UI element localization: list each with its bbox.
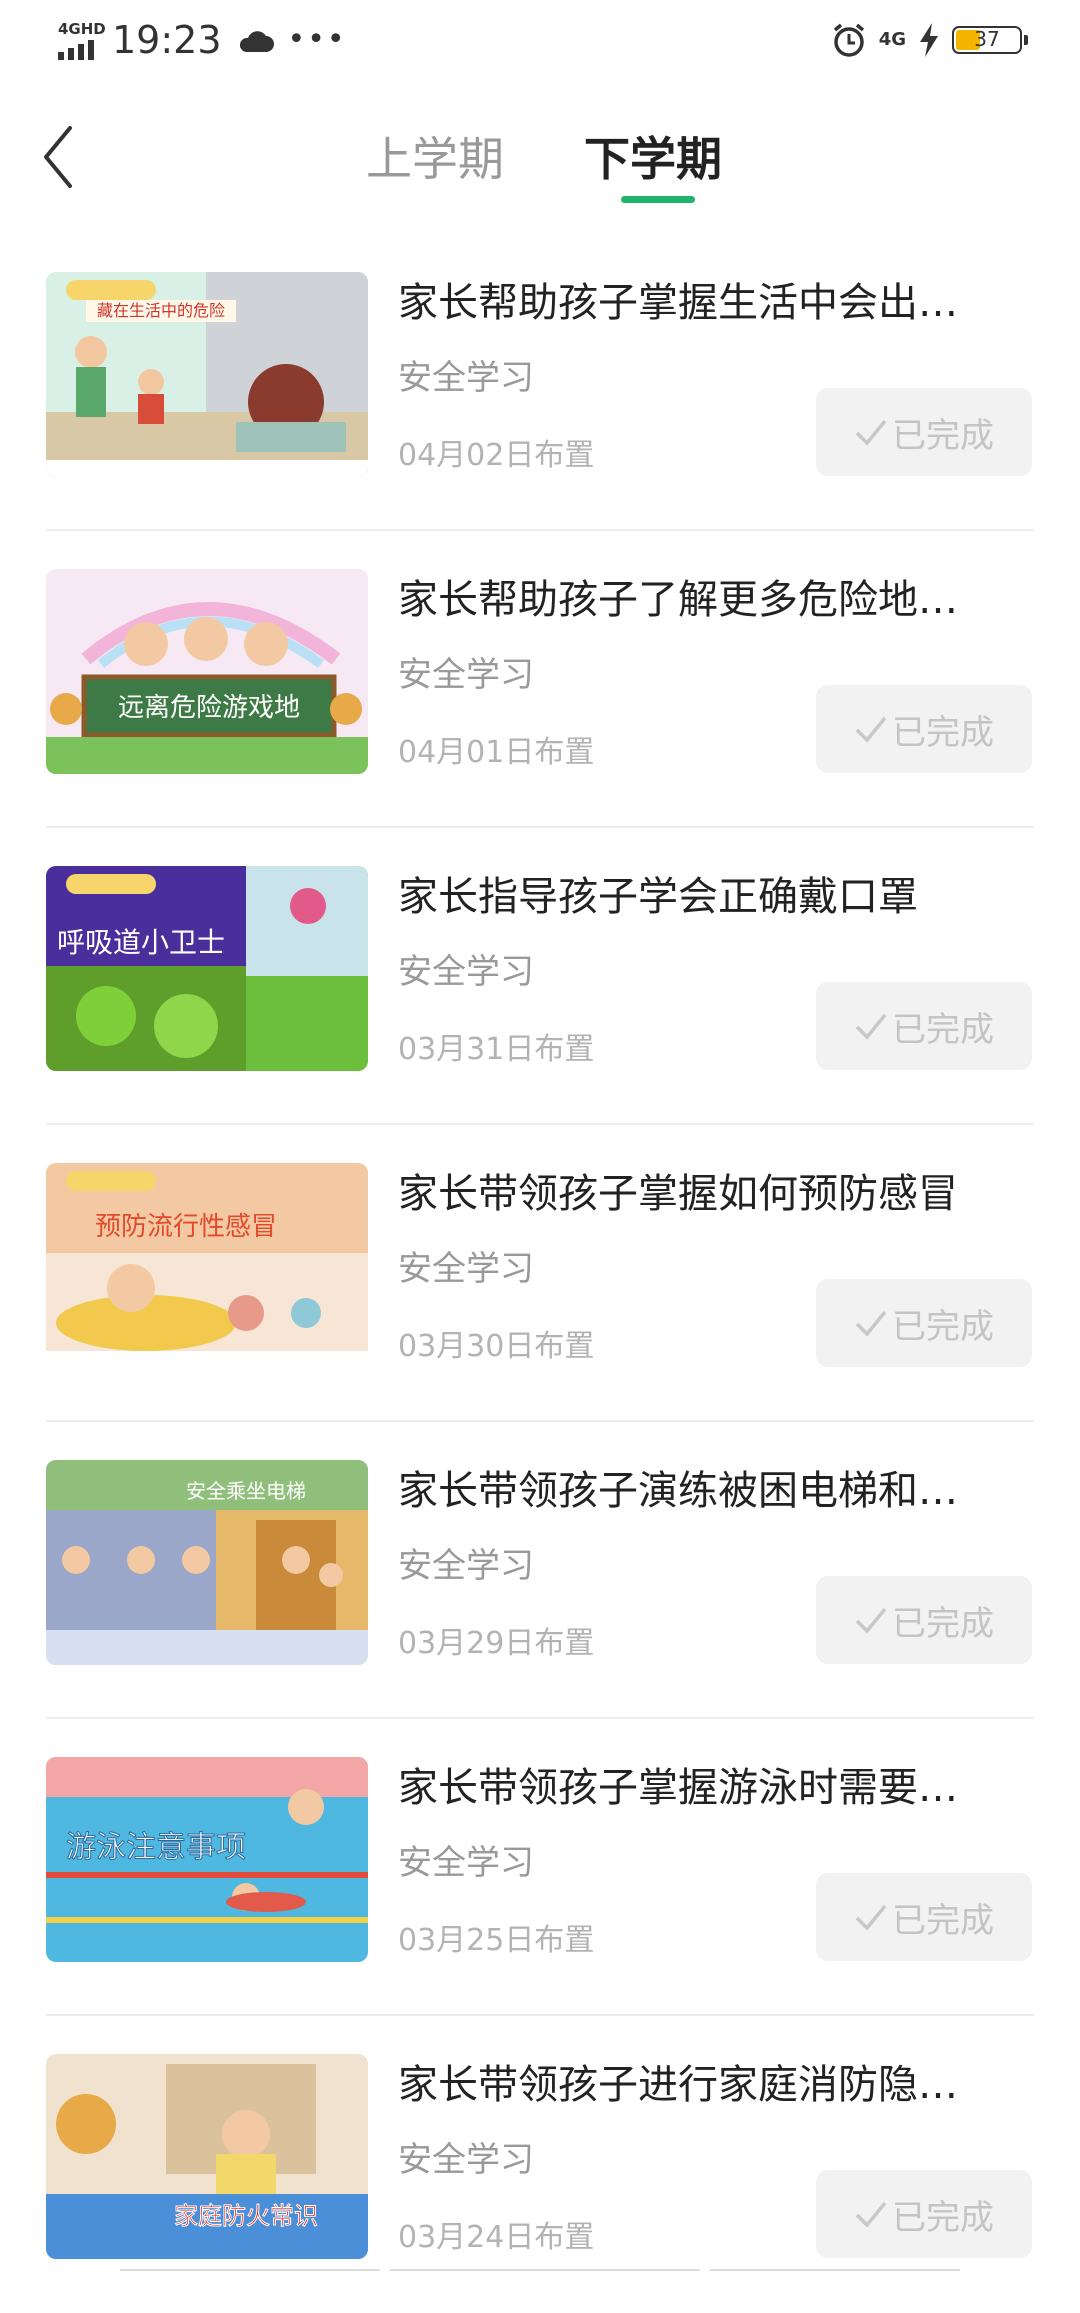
completed-button[interactable]: 已完成: [816, 1279, 1032, 1367]
thumbnail-image: 安全乘坐电梯: [46, 1460, 368, 1665]
signal-icon: 4GHD: [58, 20, 106, 60]
check-icon: [855, 1607, 887, 1634]
battery-icon: 37: [952, 26, 1028, 54]
check-icon: [855, 2201, 887, 2228]
item-date: 03月24日布置: [398, 2220, 595, 2255]
tab-first-semester[interactable]: 上学期: [366, 124, 504, 194]
status-time: 19:23: [112, 18, 222, 62]
charging-icon: [920, 23, 938, 57]
thumbnail-image: 家庭防火常识: [46, 2054, 368, 2259]
thumbnail-caption: 预防流行性感冒: [95, 1212, 277, 1242]
completed-button[interactable]: 已完成: [816, 982, 1032, 1070]
network-type: 4GHD: [58, 20, 106, 38]
completed-label: 已完成: [892, 1306, 994, 1347]
item-date: 04月02日布置: [398, 438, 595, 473]
check-icon: [855, 419, 887, 446]
cloud-icon: [239, 31, 274, 52]
check-icon: [855, 716, 887, 743]
check-icon: [855, 1013, 887, 1040]
completed-button[interactable]: 已完成: [816, 388, 1032, 476]
completed-label: 已完成: [892, 1009, 994, 1050]
item-category: 安全学习: [398, 952, 534, 992]
check-icon: [855, 1310, 887, 1337]
item-title: 家长帮助孩子了解更多危险地…: [398, 577, 958, 623]
active-tab-indicator: [621, 196, 695, 203]
completed-button[interactable]: 已完成: [816, 2170, 1032, 2258]
item-date: 03月25日布置: [398, 1923, 595, 1958]
list-item[interactable]: 安全乘坐电梯 家长带领孩子演练被困电梯和… 安全学习 03月29日布置 已完成: [0, 1422, 1080, 1719]
completed-label: 已完成: [892, 1900, 994, 1941]
thumbnail-caption: 藏在生活中的危险: [97, 301, 225, 320]
item-category: 安全学习: [398, 655, 534, 695]
item-category: 安全学习: [398, 1546, 534, 1586]
battery-level: 37: [974, 27, 1000, 51]
thumbnail-caption: 家庭防火常识: [174, 2202, 318, 2230]
item-title: 家长帮助孩子掌握生活中会出…: [398, 280, 958, 326]
thumbnail-image: 远离危险游戏地: [46, 569, 368, 774]
item-title: 家长带领孩子进行家庭消防隐…: [398, 2062, 958, 2108]
thumbnail-image: 游泳注意事项: [46, 1757, 368, 1962]
thumbnail-image: 藏在生活中的危险: [46, 272, 368, 477]
list-item[interactable]: 预防流行性感冒 家长带领孩子掌握如何预防感冒 安全学习 03月30日布置 已完成: [0, 1125, 1080, 1422]
thumbnail-image: 呼吸道小卫士: [46, 866, 368, 1071]
item-category: 安全学习: [398, 358, 534, 398]
list-item[interactable]: 远离危险游戏地 家长帮助孩子了解更多危险地… 安全学习 04月01日布置 已完成: [0, 531, 1080, 828]
item-date: 03月31日布置: [398, 1032, 595, 1067]
thumbnail-caption: 呼吸道小卫士: [57, 926, 225, 959]
item-category: 安全学习: [398, 1843, 534, 1883]
item-title: 家长指导孩子学会正确戴口罩: [398, 874, 918, 920]
tab-second-semester[interactable]: 下学期: [584, 124, 722, 194]
completed-button[interactable]: 已完成: [816, 685, 1032, 773]
more-notifications-icon: •••: [287, 22, 347, 57]
list-item[interactable]: 呼吸道小卫士 家长指导孩子学会正确戴口罩 安全学习 03月31日布置 已完成: [0, 828, 1080, 1125]
header: 上学期 下学期: [0, 84, 1080, 234]
completed-button[interactable]: 已完成: [816, 1576, 1032, 1664]
item-title: 家长带领孩子掌握如何预防感冒: [398, 1171, 958, 1217]
list-item[interactable]: 藏在生活中的危险 家长帮助孩子掌握生活中会出… 安全学习 04月02日布置 已完…: [0, 234, 1080, 531]
completed-label: 已完成: [892, 2197, 994, 2238]
item-date: 04月01日布置: [398, 735, 595, 770]
item-category: 安全学习: [398, 2140, 534, 2180]
item-title: 家长带领孩子演练被困电梯和…: [398, 1468, 958, 1514]
list-item[interactable]: 游泳注意事项 家长带领孩子掌握游泳时需要… 安全学习 03月25日布置 已完成: [0, 1719, 1080, 2016]
completed-label: 已完成: [892, 712, 994, 753]
item-title: 家长带领孩子掌握游泳时需要…: [398, 1765, 958, 1811]
item-date: 03月29日布置: [398, 1626, 595, 1661]
item-date: 03月30日布置: [398, 1329, 595, 1364]
thumbnail-caption: 远离危险游戏地: [118, 693, 300, 723]
completed-button[interactable]: 已完成: [816, 1873, 1032, 1961]
assignment-list: 藏在生活中的危险 家长帮助孩子掌握生活中会出… 安全学习 04月02日布置 已完…: [0, 234, 1080, 2313]
item-category: 安全学习: [398, 1249, 534, 1289]
thumbnail-caption: 安全乘坐电梯: [186, 1479, 306, 1503]
status-bar: 4GHD 19:23 ••• 4G 37: [0, 0, 1080, 84]
check-icon: [855, 1904, 887, 1931]
thumbnail-image: 预防流行性感冒: [46, 1163, 368, 1368]
back-icon[interactable]: [38, 122, 78, 192]
bottom-edge-decoration: [120, 2269, 960, 2271]
network-4g: 4G: [878, 29, 906, 50]
alarm-icon: [833, 23, 864, 57]
completed-label: 已完成: [892, 415, 994, 456]
thumbnail-caption: 游泳注意事项: [66, 1830, 246, 1865]
completed-label: 已完成: [892, 1603, 994, 1644]
